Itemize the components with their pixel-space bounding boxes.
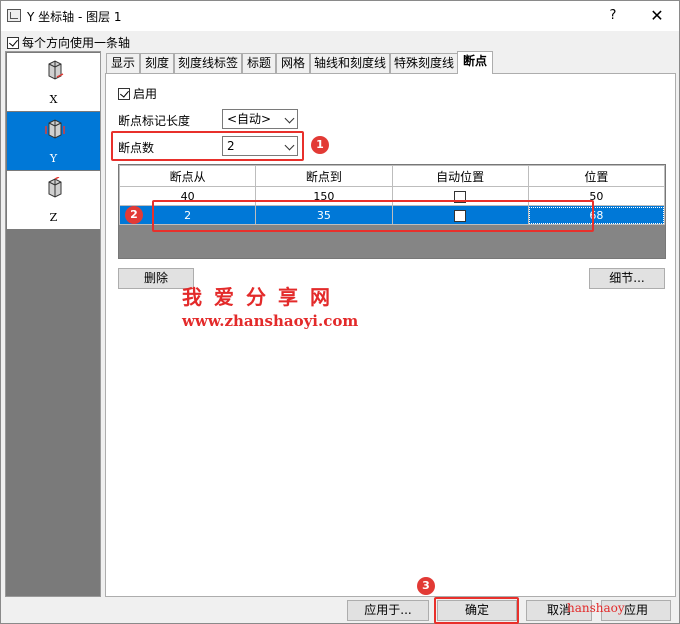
step-badge-3: 3 xyxy=(417,577,435,595)
chevron-down-icon xyxy=(284,113,295,124)
apply-to-button[interactable]: 应用于... xyxy=(347,600,429,621)
tab-breaks[interactable]: 断点 xyxy=(457,51,493,74)
axis-item-x[interactable]: X xyxy=(7,53,100,111)
watermark-corner: hanshaoy xyxy=(567,601,625,615)
column-header-from[interactable]: 断点从 xyxy=(118,165,257,187)
watermark-text: 我爱分享网 xyxy=(182,285,342,309)
help-button[interactable]: ? xyxy=(603,6,623,26)
enable-option[interactable]: 启用 xyxy=(118,85,157,102)
window-title: Y 坐标轴 - 图层 1 xyxy=(27,10,122,24)
mark-length-value: <自动> xyxy=(227,112,272,126)
highlight-box-count xyxy=(111,131,304,161)
z-axis-icon xyxy=(48,177,62,198)
watermark-url: www.zhanshaoyi.com xyxy=(182,312,359,330)
axis-item-y[interactable]: Y xyxy=(7,112,100,170)
detail-button[interactable]: 细节... xyxy=(589,268,665,289)
same-axis-checkbox[interactable] xyxy=(7,36,19,49)
axis-item-z[interactable]: Z xyxy=(7,171,100,229)
tab-display[interactable]: 显示 xyxy=(106,53,140,73)
axis-dialog: Y 坐标轴 - 图层 1 ? ✕ 每个方向使用一条轴 X Y Z 显示 刻度 刻… xyxy=(0,0,680,624)
x-axis-icon xyxy=(48,60,64,80)
app-icon xyxy=(7,9,21,22)
tab-scale[interactable]: 刻度 xyxy=(140,53,174,73)
axis-y-label: Y xyxy=(49,152,58,165)
same-axis-label: 每个方向使用一条轴 xyxy=(22,36,131,50)
column-header-to[interactable]: 断点到 xyxy=(255,165,393,187)
highlight-box-ok xyxy=(434,597,519,624)
step-badge-2: 2 xyxy=(125,206,143,224)
mark-length-select[interactable]: <自动> xyxy=(222,109,298,129)
tab-grid[interactable]: 网格 xyxy=(276,53,310,73)
axis-list: X Y Z xyxy=(5,51,101,597)
breaks-panel: 启用 断点标记长度 <自动> 断点数 2 1 断点从 断点到 自动位置 位置 4… xyxy=(105,73,676,597)
enable-checkbox[interactable] xyxy=(118,87,130,100)
y-axis-icon xyxy=(45,119,65,139)
mark-length-label: 断点标记长度 xyxy=(118,114,191,128)
axis-x-label: X xyxy=(49,93,58,106)
column-header-position[interactable]: 位置 xyxy=(527,165,666,187)
tab-tick-labels[interactable]: 刻度线标签 xyxy=(174,53,242,73)
axis-z-label: Z xyxy=(49,211,58,224)
highlight-box-row xyxy=(152,200,594,232)
close-button[interactable]: ✕ xyxy=(646,6,668,26)
table-header-row: 断点从 断点到 自动位置 位置 xyxy=(118,165,666,187)
tab-title[interactable]: 标题 xyxy=(242,53,276,73)
tab-line-ticks[interactable]: 轴线和刻度线 xyxy=(310,53,390,73)
step-badge-1: 1 xyxy=(311,136,329,154)
same-axis-option[interactable]: 每个方向使用一条轴 xyxy=(7,34,130,51)
tab-special-ticks[interactable]: 特殊刻度线 xyxy=(390,53,458,73)
column-header-auto[interactable]: 自动位置 xyxy=(391,165,529,187)
enable-label: 启用 xyxy=(133,87,158,101)
title-bar: Y 坐标轴 - 图层 1 ? ✕ xyxy=(1,1,679,31)
